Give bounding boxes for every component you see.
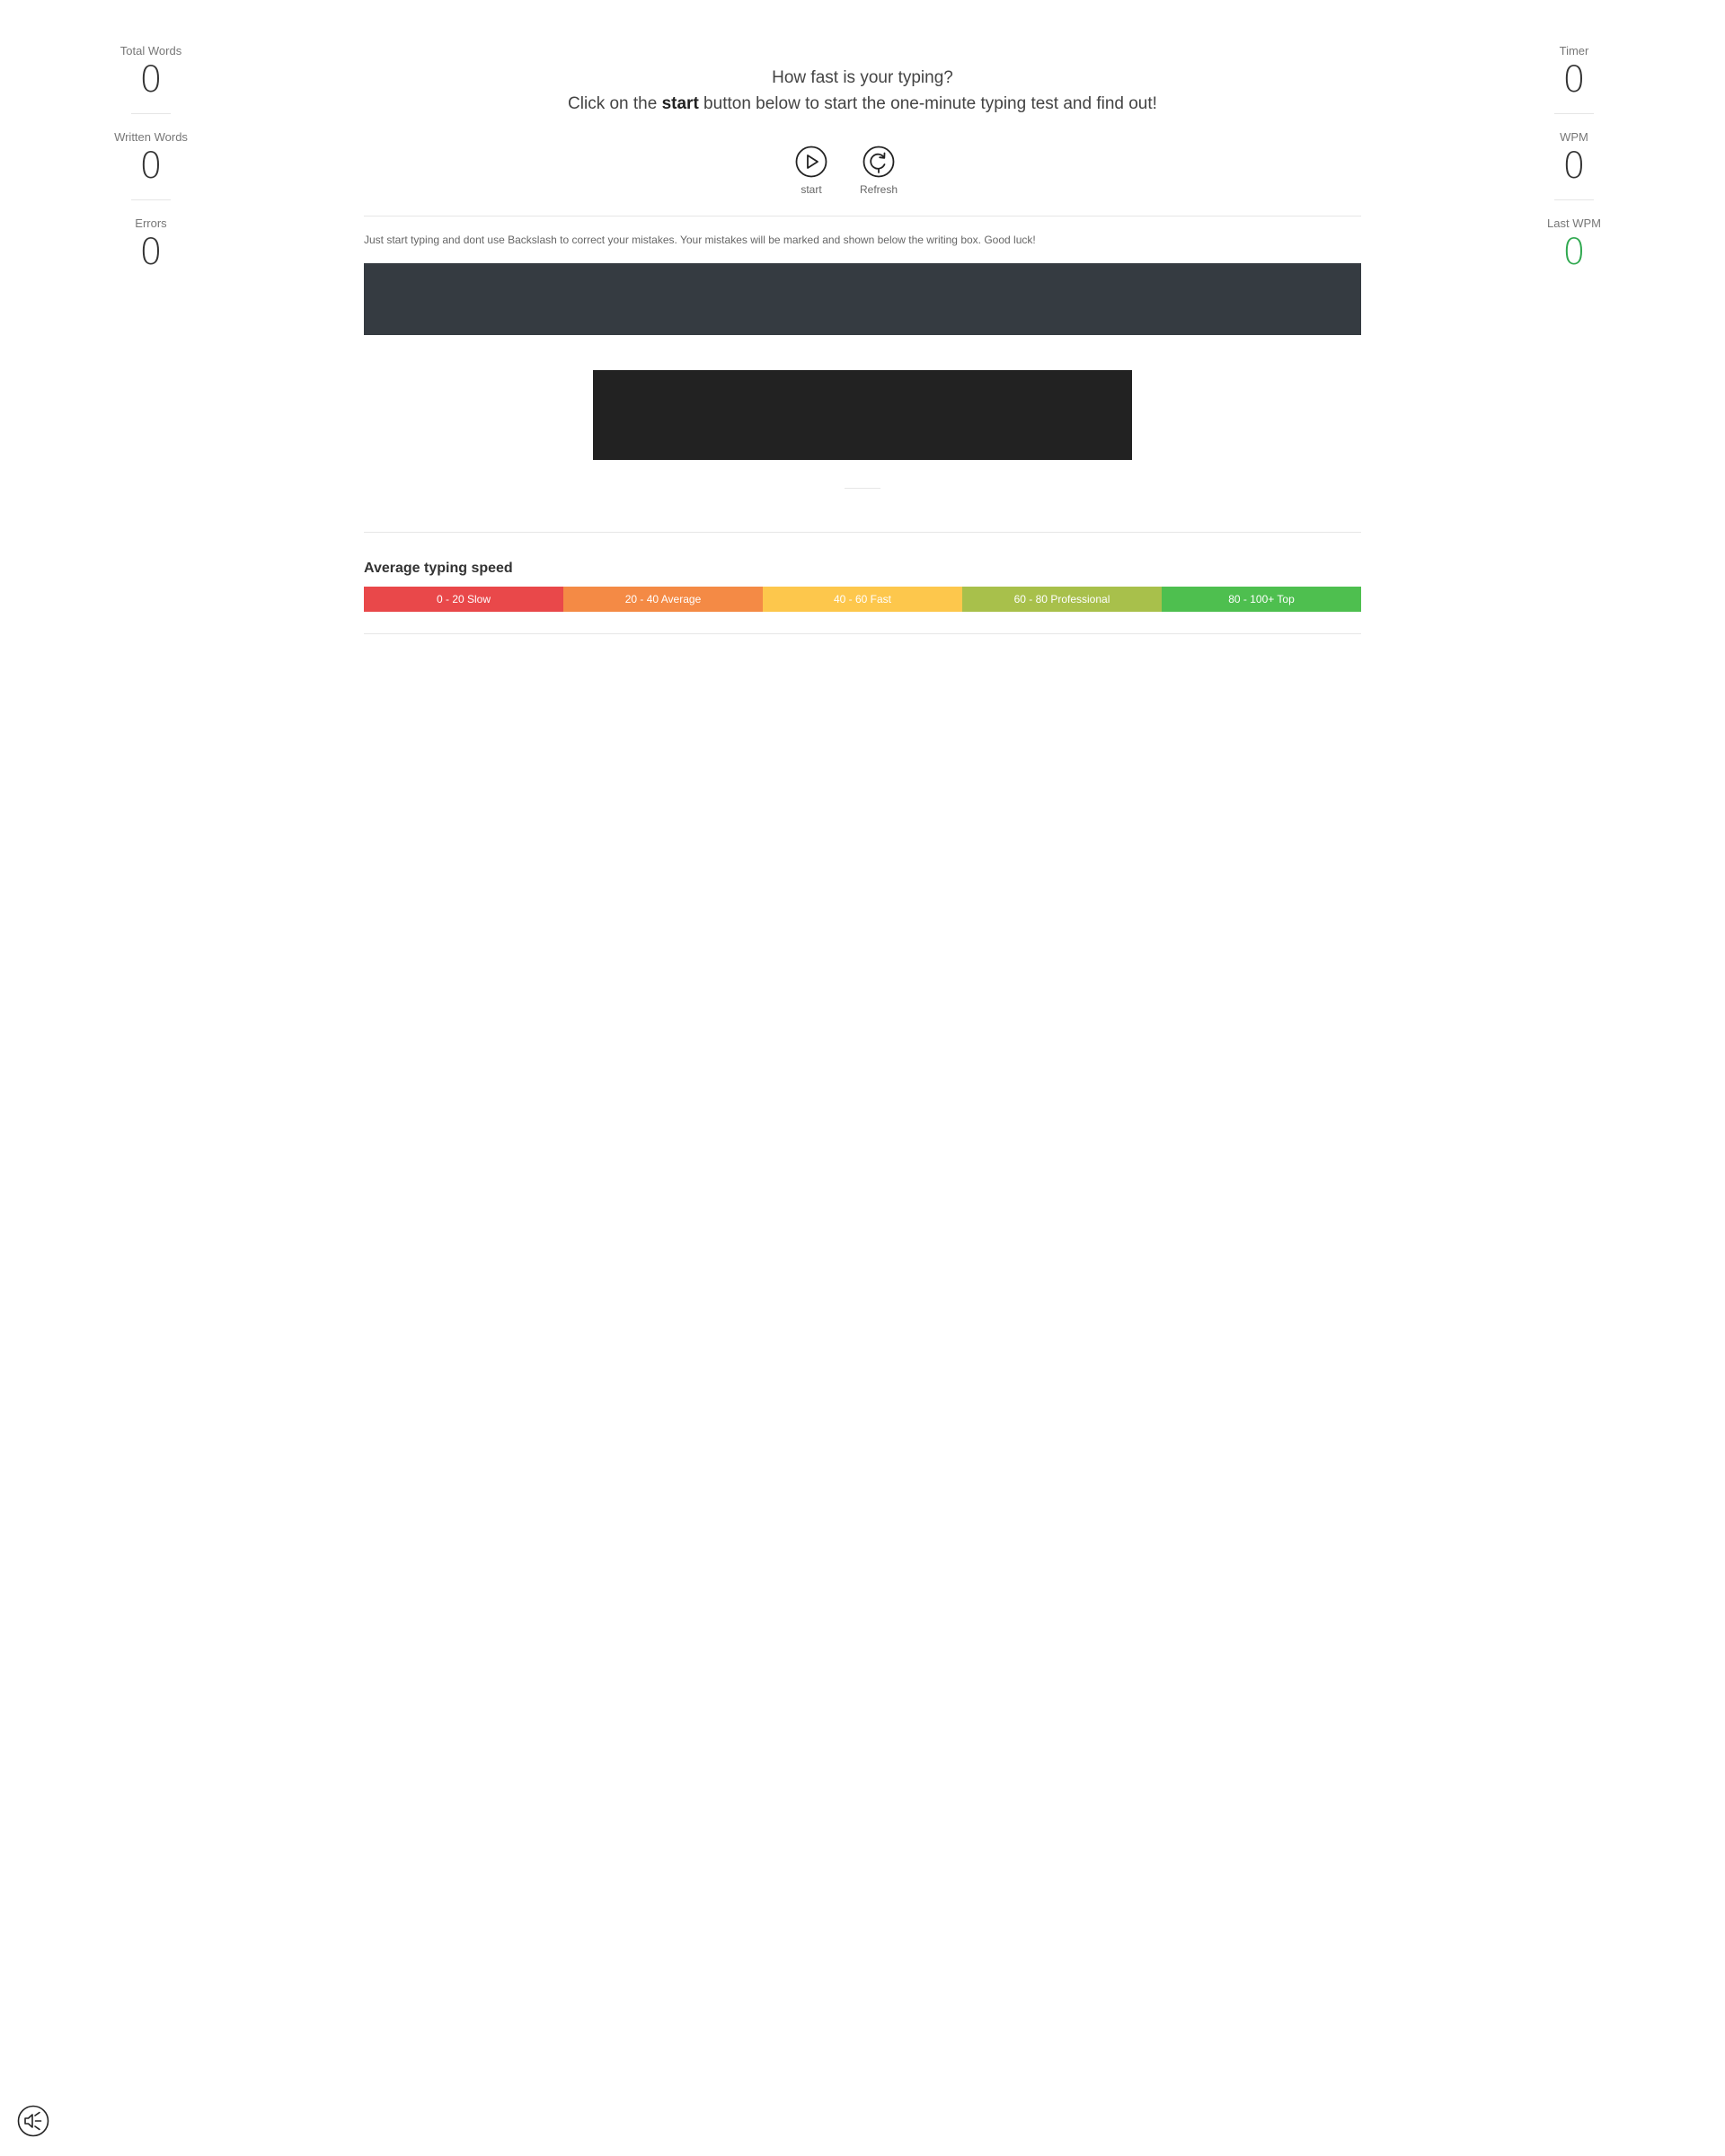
stat-value: 0: [1562, 146, 1586, 187]
section-divider: [364, 633, 1361, 634]
refresh-button[interactable]: Refresh: [860, 146, 898, 196]
refresh-circle-icon: [862, 146, 895, 178]
sound-off-icon: [17, 2105, 49, 2137]
stat-label: Timer: [1559, 44, 1589, 57]
intro-instruction-start: start: [661, 94, 699, 113]
text-to-type-display: [364, 263, 1361, 335]
stat-written-words: Written Words 0: [88, 129, 214, 216]
sound-toggle-button[interactable]: [17, 2105, 49, 2137]
stat-timer: Timer 0: [1511, 43, 1637, 129]
intro-instruction-after: button below to start the one-minute typ…: [698, 94, 1157, 113]
stat-value: 0: [139, 232, 163, 273]
speed-segment-professional: 60 - 80 Professional: [962, 587, 1162, 612]
typing-input[interactable]: [593, 370, 1132, 460]
speed-segment-slow: 0 - 20 Slow: [364, 587, 563, 612]
play-circle-icon: [795, 146, 827, 178]
stat-label: Written Words: [114, 130, 188, 144]
stat-value: 0: [1562, 59, 1586, 101]
stat-divider: [131, 199, 171, 200]
short-divider: [845, 488, 880, 489]
stat-label: WPM: [1560, 130, 1588, 144]
average-speed-title: Average typing speed: [364, 561, 513, 576]
stat-label: Errors: [135, 216, 167, 230]
test-controls: start Refresh: [332, 146, 1361, 196]
stat-errors: Errors 0: [88, 216, 214, 302]
instructions-hint: Just start typing and dont use Backslash…: [364, 234, 1036, 246]
intro-instruction-before: Click on the: [568, 94, 662, 113]
main-content: How fast is your typing? Click on the st…: [364, 0, 1361, 634]
stat-value: 0: [1562, 232, 1586, 273]
stat-total-words: Total Words 0: [88, 43, 214, 129]
stat-value: 0: [139, 146, 163, 187]
stat-divider: [1554, 113, 1594, 114]
right-stats-panel: Timer 0 WPM 0 Last WPM 0: [1511, 43, 1637, 302]
refresh-button-label: Refresh: [859, 183, 898, 196]
speed-scale-bar: 0 - 20 Slow 20 - 40 Average 40 - 60 Fast…: [364, 587, 1361, 612]
start-button-label: start: [801, 183, 822, 196]
speed-segment-average: 20 - 40 Average: [563, 587, 763, 612]
typing-test-page: Total Words 0 Written Words 0 Errors 0 T…: [0, 0, 1725, 2156]
stat-last-wpm: Last WPM 0: [1511, 216, 1637, 302]
intro-text: How fast is your typing? Click on the st…: [364, 65, 1361, 117]
stat-divider: [131, 113, 171, 114]
speed-segment-top: 80 - 100+ Top: [1162, 587, 1361, 612]
intro-instruction: Click on the start button below to start…: [364, 91, 1361, 117]
stat-divider: [1554, 199, 1594, 200]
intro-question: How fast is your typing?: [772, 68, 953, 87]
stat-label: Total Words: [119, 44, 182, 57]
section-divider: [364, 532, 1361, 533]
stat-wpm: WPM 0: [1511, 129, 1637, 216]
left-stats-panel: Total Words 0 Written Words 0 Errors 0: [88, 43, 214, 302]
speed-segment-fast: 40 - 60 Fast: [763, 587, 962, 612]
start-button[interactable]: start: [795, 146, 827, 196]
stat-value: 0: [139, 59, 163, 101]
stat-label: Last WPM: [1547, 216, 1601, 230]
